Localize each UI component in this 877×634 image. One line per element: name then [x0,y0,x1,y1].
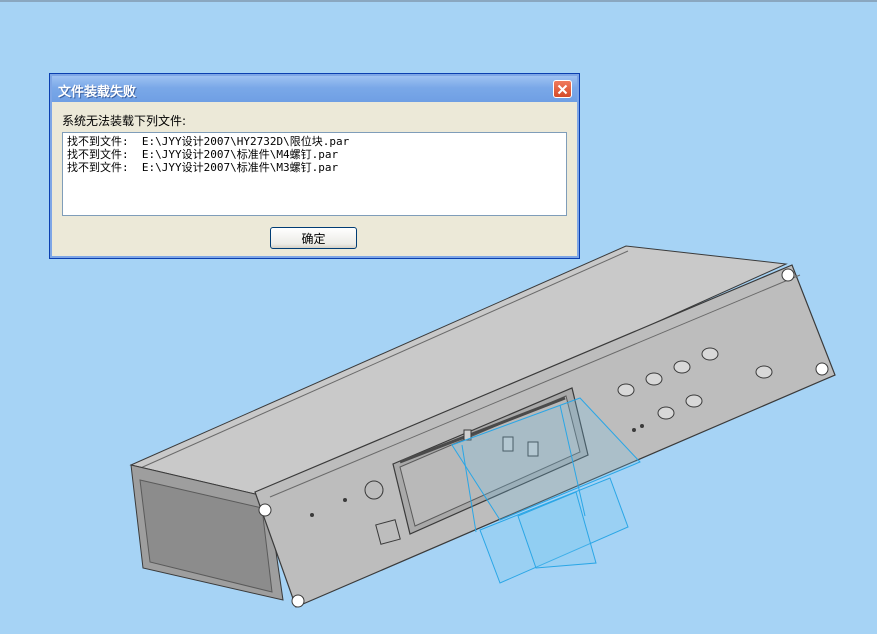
power-knob [364,480,384,500]
indicator-led [640,424,644,428]
button-hole [673,360,691,374]
button-hole [755,365,773,379]
list-item: 找不到文件: E:\JYY设计2007\标准件\M3螺钉.par [67,161,339,174]
indicator-led [632,428,636,432]
indicator-led [343,498,347,502]
missing-files-list[interactable]: 找不到文件: E:\JYY设计2007\HY2732D\限位块.par 找不到文… [62,132,567,216]
file-load-failed-dialog: 文件装载失败 系统无法装载下列文件: 找不到文件: E:\JYY设计2007\H… [49,73,580,259]
button-hole [685,394,703,408]
mount-hole [781,268,795,282]
indicator-led [310,513,314,517]
power-switch [375,519,401,545]
button-hole [645,372,663,386]
ok-button[interactable]: 确定 [270,227,357,249]
list-item: 找不到文件: E:\JYY设计2007\标准件\M4螺钉.par [67,148,339,161]
list-item: 找不到文件: E:\JYY设计2007\HY2732D\限位块.par [67,135,350,148]
dialog-message: 系统无法装载下列文件: [62,114,187,128]
button-hole [701,347,719,361]
close-icon [557,84,568,94]
button-hole [617,383,635,397]
mount-hole [258,503,272,517]
mount-hole [291,594,305,608]
dialog-titlebar[interactable]: 文件装载失败 [52,76,577,102]
mount-hole [815,362,829,376]
close-button[interactable] [553,80,572,98]
button-hole [657,406,675,420]
dialog-title: 文件装载失败 [58,85,137,100]
